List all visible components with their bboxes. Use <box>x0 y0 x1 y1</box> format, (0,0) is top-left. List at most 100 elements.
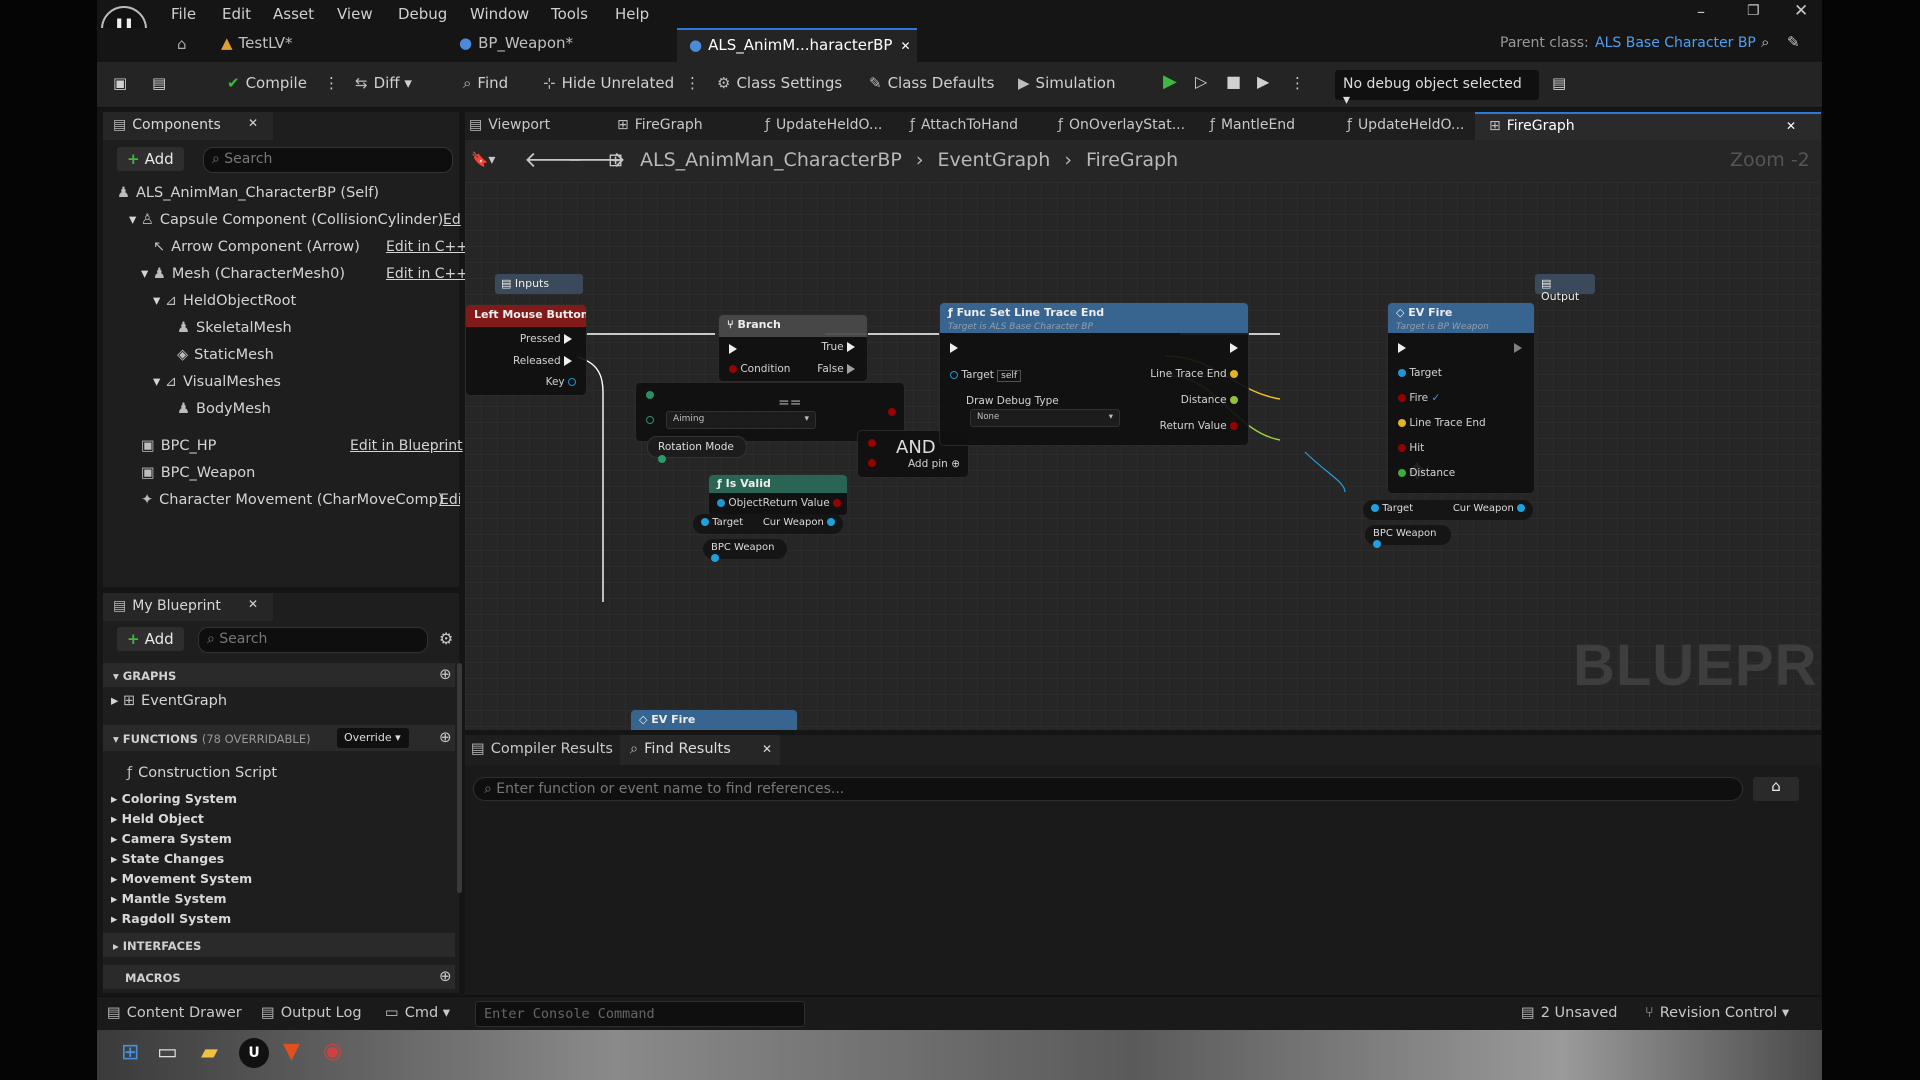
object-pin-dot[interactable] <box>1517 504 1525 512</box>
bool-pin-dot[interactable] <box>729 365 737 373</box>
bpc-weapon-getter-2[interactable]: BPC Weapon <box>1365 525 1451 548</box>
tab-onoverlaystate[interactable]: ƒ OnOverlayStat... <box>1058 117 1185 133</box>
inputs-node[interactable]: ▤ Inputs <box>495 274 583 294</box>
menu-help[interactable]: Help <box>615 5 649 23</box>
unreal-taskbar-icon[interactable]: U <box>239 1038 269 1068</box>
tab-als-animman[interactable]: ● ALS_AnimM...haracterBP ✕ <box>677 28 917 62</box>
output-log-button[interactable]: ▤ Output Log <box>261 1005 362 1021</box>
task-view-icon[interactable]: ▭ <box>157 1040 178 1065</box>
branch-exec-in-pin[interactable] <box>729 344 737 354</box>
stop-icon[interactable]: ■ <box>1226 72 1241 91</box>
add-member-button[interactable]: + Add <box>117 627 184 651</box>
ev-line-trace-end-pin[interactable]: Line Trace End <box>1398 417 1486 429</box>
play-icon[interactable]: ▶ <box>1163 71 1177 92</box>
bool-pin-dot[interactable] <box>1398 394 1406 402</box>
trace-exec-in-pin[interactable] <box>950 343 958 353</box>
category-camera-system[interactable]: ▸ Camera System <box>111 831 232 846</box>
exec-out-pin[interactable] <box>847 364 855 374</box>
tree-item-bodymesh[interactable]: ♟ BodyMesh <box>177 401 271 417</box>
tab-updateheld-1[interactable]: ƒ UpdateHeldO... <box>765 117 882 133</box>
tab-firegraph-active[interactable]: ⊞ FireGraph ✕ <box>1475 112 1821 140</box>
menu-debug[interactable]: Debug <box>398 5 447 23</box>
breadcrumb-item-firegraph[interactable]: FireGraph <box>1086 149 1178 171</box>
revision-control-button[interactable]: ⑂ Revision Control ▾ <box>1645 1005 1789 1021</box>
tab-find-results[interactable]: ⌕ Find Results ✕ <box>620 735 780 765</box>
menu-edit[interactable]: Edit <box>222 5 251 23</box>
breadcrumb-item-eventgraph[interactable]: EventGraph <box>938 149 1051 171</box>
add-macro-icon[interactable]: ⊕ <box>439 967 452 985</box>
trace-exec-out-pin[interactable] <box>1230 343 1238 353</box>
close-tab-icon[interactable]: ✕ <box>900 39 910 53</box>
enum-pin-dot[interactable] <box>646 416 654 424</box>
edit-arrow-link[interactable]: Edit in C++ <box>386 239 468 255</box>
tree-item-mesh[interactable]: ▾ ♟ Mesh (CharacterMesh0) <box>141 266 345 282</box>
float-pin-dot[interactable] <box>1230 396 1238 404</box>
object-pin-dot[interactable] <box>1398 369 1406 377</box>
object-pin[interactable]: Object <box>717 497 763 509</box>
blueprint-graph-canvas[interactable]: ▤ Inputs ▤ Output Left Mouse Button Pres… <box>465 182 1821 730</box>
components-tab[interactable]: ▤ Components ✕ <box>103 112 273 140</box>
hide-options-icon[interactable]: ⋮ <box>685 74 700 92</box>
category-movement-system[interactable]: ▸ Movement System <box>111 871 252 886</box>
tab-updateheld-2[interactable]: ƒ UpdateHeldO... <box>1347 117 1464 133</box>
enum-pin-dot[interactable] <box>658 455 666 463</box>
save-icon[interactable]: ▣ <box>113 74 127 92</box>
find-button[interactable]: ⌕ Find <box>463 74 508 92</box>
parent-class-link[interactable]: ALS Base Character BP <box>1595 35 1756 51</box>
simulation-button[interactable]: ▶ Simulation <box>1018 74 1115 92</box>
home-icon[interactable]: ⌂ <box>177 35 187 53</box>
tab-mantleend[interactable]: ƒ MantleEnd <box>1210 117 1295 133</box>
add-component-button[interactable]: + Add <box>117 147 184 171</box>
console-command-input[interactable]: Enter Console Command <box>475 1001 805 1027</box>
tab-firegraph-1[interactable]: ⊞ FireGraph <box>617 117 703 133</box>
tab-attachtohand[interactable]: ƒ AttachToHand <box>910 117 1018 133</box>
category-held-object[interactable]: ▸ Held Object <box>111 811 204 826</box>
enum-pin-dot[interactable] <box>646 391 654 399</box>
edit-mesh-link[interactable]: Edit in C++ <box>386 266 468 282</box>
tree-item-arrow[interactable]: ↖ Arrow Component (Arrow) <box>153 239 360 255</box>
components-search-input[interactable]: ⌕ Search <box>203 147 453 173</box>
category-coloring-system[interactable]: ▸ Coloring System <box>111 791 237 806</box>
tree-item-character-movement[interactable]: ✦ Character Movement (CharMoveComp) <box>141 492 443 508</box>
edit-capsule-link[interactable]: Ed <box>443 212 463 228</box>
tree-item-self[interactable]: ♟ ALS_AnimMan_CharacterBP (Self) <box>117 185 379 201</box>
function-construction-script[interactable]: ƒ Construction Script <box>127 765 277 781</box>
func-set-line-trace-end-node[interactable]: ƒ Func Set Line Trace End Target is ALS B… <box>939 302 1249 446</box>
close-my-blueprint-icon[interactable]: ✕ <box>248 597 258 611</box>
edit-movement-link[interactable]: Edi <box>440 492 460 508</box>
ev-fire-node[interactable]: ◇ EV Fire Target is BP Weapon Target Fire… <box>1387 302 1535 494</box>
category-mantle-system[interactable]: ▸ Mantle System <box>111 891 227 906</box>
bool-pin-dot[interactable] <box>1398 444 1406 452</box>
ev-fire-exec-out-pin[interactable] <box>1514 343 1522 353</box>
graph-item-eventgraph[interactable]: ▸ ⊞ EventGraph <box>111 693 227 709</box>
fire-pin[interactable]: Fire ✓ <box>1398 392 1440 404</box>
line-trace-end-pin[interactable]: Line Trace End <box>1150 368 1238 380</box>
class-defaults-button[interactable]: ✎ Class Defaults <box>869 74 994 92</box>
checkbox-checked-icon[interactable]: ✓ <box>1431 392 1440 404</box>
tab-testlv[interactable]: ▲ TestLV* <box>209 28 305 62</box>
find-in-all-blueprints-button[interactable]: ⌂ <box>1753 777 1799 801</box>
add-pin-button[interactable]: Add pin ⊕ <box>908 458 960 470</box>
struct-pin-dot[interactable] <box>568 378 576 386</box>
tree-item-skeletalmesh[interactable]: ♟ SkeletalMesh <box>177 320 292 336</box>
ev-distance-pin[interactable]: Distance <box>1398 467 1455 479</box>
tree-item-bpc-weapon[interactable]: ▣ BPC_Weapon <box>141 465 255 481</box>
tree-item-heldobjectroot[interactable]: ▾ ⊿ HeldObjectRoot <box>153 293 296 309</box>
left-mouse-button-node[interactable]: Left Mouse Button Pressed Released Key <box>465 304 587 396</box>
brave-browser-icon[interactable]: ▼ <box>283 1039 300 1064</box>
breadcrumb-item-blueprint[interactable]: ALS_AnimMan_CharacterBP <box>640 149 902 171</box>
close-find-results-icon[interactable]: ✕ <box>762 742 772 756</box>
false-pin[interactable]: False <box>817 363 855 375</box>
minimize-icon[interactable]: – <box>1697 2 1705 21</box>
search-icon[interactable]: ⌕ <box>1761 33 1769 51</box>
draw-debug-type-select[interactable]: None ▾ <box>970 409 1120 427</box>
class-settings-button[interactable]: ⚙ Class Settings <box>717 74 842 92</box>
exec-out-pin[interactable] <box>847 342 855 352</box>
my-blueprint-tab[interactable]: ▤ My Blueprint ✕ <box>103 593 273 621</box>
rotation-mode-getter[interactable]: Rotation Mode <box>647 436 747 463</box>
vector-pin-dot[interactable] <box>1398 419 1406 427</box>
ev-fire-target-pin[interactable]: Target <box>1398 367 1442 379</box>
hit-pin[interactable]: Hit <box>1398 442 1424 454</box>
tree-item-bpc-hp[interactable]: ▣ BPC_HP <box>141 438 216 454</box>
object-pin-dot[interactable] <box>711 554 719 562</box>
